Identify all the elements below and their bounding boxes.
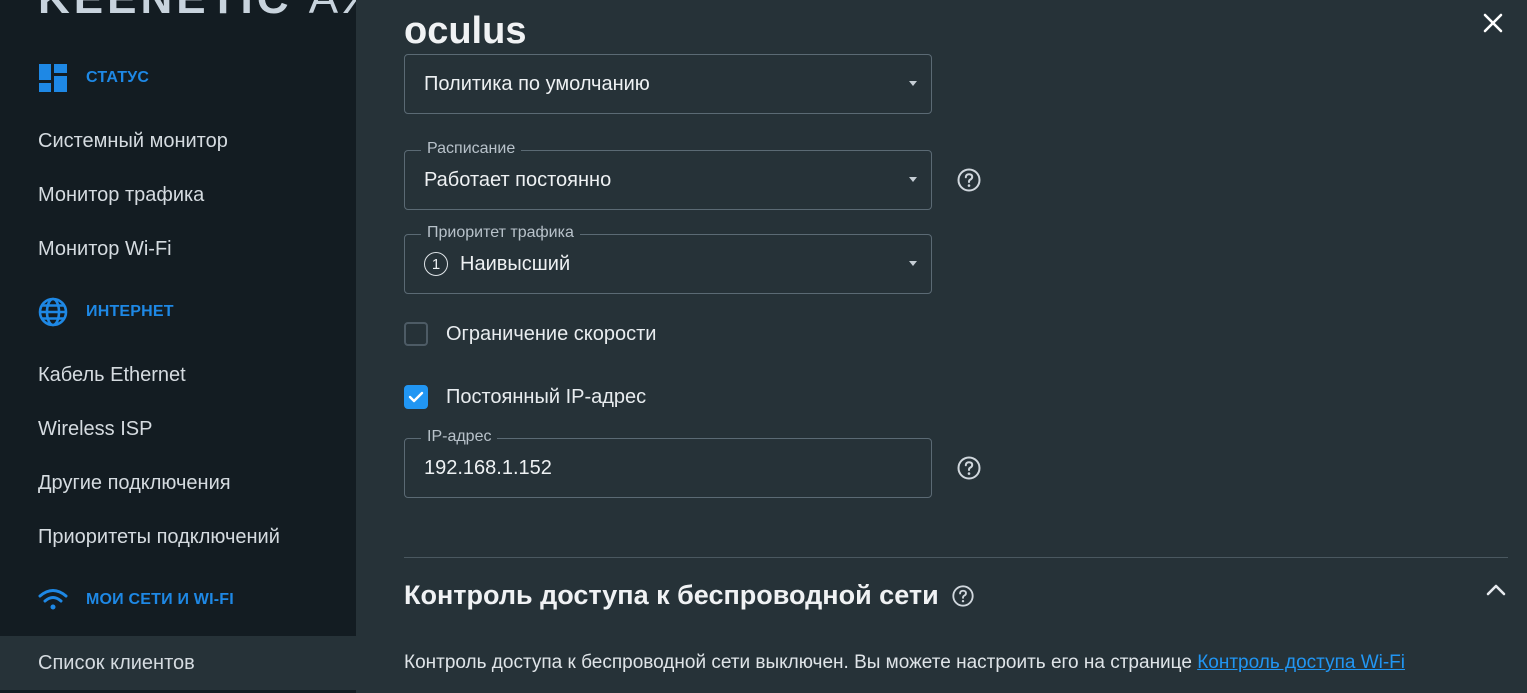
wifi-icon	[38, 585, 68, 615]
access-control-link[interactable]: Контроль доступа Wi-Fi	[1197, 652, 1405, 673]
access-control-text: Контроль доступа к беспроводной сети вык…	[404, 652, 1198, 673]
globe-icon	[38, 297, 68, 327]
section-internet[interactable]: Интернет	[38, 296, 174, 328]
access-control-description: Контроль доступа к беспроводной сети вык…	[404, 648, 1504, 678]
help-icon[interactable]	[956, 167, 982, 193]
close-button[interactable]	[1476, 6, 1510, 40]
priority-value-wrap: 1 Наивысший	[424, 235, 570, 293]
schedule-value: Работает постоянно	[424, 169, 612, 191]
brand-logo: KEENETIC AX	[38, 0, 356, 24]
static-ip-checkbox-row[interactable]: Постоянный IP-адрес	[404, 385, 646, 409]
sidebar-item-ethernet[interactable]: Кабель Ethernet	[0, 348, 356, 402]
close-icon	[1483, 13, 1503, 33]
dialog-title: oculus	[404, 10, 527, 52]
section-label: Мои сети и Wi-Fi	[86, 591, 234, 608]
chevron-down-icon	[909, 81, 917, 86]
priority-number-icon: 1	[424, 252, 448, 276]
access-control-title: Контроль доступа к беспроводной сети	[404, 580, 939, 610]
ip-address-input[interactable]: 192.168.1.152	[424, 439, 552, 497]
access-control-heading: Контроль доступа к беспроводной сети	[404, 580, 975, 611]
help-icon[interactable]	[951, 584, 975, 608]
chevron-down-icon	[909, 177, 917, 182]
chevron-down-icon	[909, 261, 917, 266]
static-ip-checkbox[interactable]	[404, 385, 428, 409]
schedule-select[interactable]: Расписание Работает постоянно	[404, 140, 932, 210]
policy-value: Политика по умолчанию	[424, 73, 650, 95]
section-networks[interactable]: Мои сети и Wi-Fi	[38, 584, 234, 616]
sidebar-item-client-list[interactable]: Список клиентов	[0, 636, 356, 690]
chevron-up-icon[interactable]	[1484, 578, 1508, 602]
sidebar-item-wireless-isp[interactable]: Wireless ISP	[0, 402, 356, 456]
speed-limit-label: Ограничение скорости	[446, 322, 657, 345]
speed-limit-checkbox[interactable]	[404, 322, 428, 346]
checkmark-icon	[408, 391, 424, 403]
section-label: Статус	[86, 69, 150, 86]
sidebar-item-system-monitor[interactable]: Системный монитор	[0, 114, 356, 168]
dashboard-icon	[38, 63, 68, 93]
sidebar-item-connection-priorities[interactable]: Приоритеты подключений	[0, 510, 356, 564]
ip-address-field[interactable]: IP-адрес 192.168.1.152	[404, 428, 932, 498]
traffic-priority-select[interactable]: Приоритет трафика 1 Наивысший	[404, 224, 932, 294]
sidebar-item-traffic-monitor[interactable]: Монитор трафика	[0, 168, 356, 222]
section-label: Интернет	[86, 303, 174, 320]
policy-select[interactable]: Политика по умолчанию	[404, 54, 932, 114]
speed-limit-checkbox-row[interactable]: Ограничение скорости	[404, 322, 656, 346]
sidebar: KEENETIC AX Статус Системный монитор Мон…	[0, 0, 356, 693]
divider	[404, 557, 1508, 558]
section-status[interactable]: Статус	[38, 62, 149, 94]
sidebar-item-wifi-monitor[interactable]: Монитор Wi-Fi	[0, 222, 356, 276]
client-dialog: oculus Политика по умолчанию Расписание …	[356, 0, 1527, 693]
sidebar-item-other-connections[interactable]: Другие подключения	[0, 456, 356, 510]
help-icon[interactable]	[956, 455, 982, 481]
static-ip-label: Постоянный IP-адрес	[446, 385, 647, 408]
priority-value: Наивысший	[460, 253, 571, 275]
